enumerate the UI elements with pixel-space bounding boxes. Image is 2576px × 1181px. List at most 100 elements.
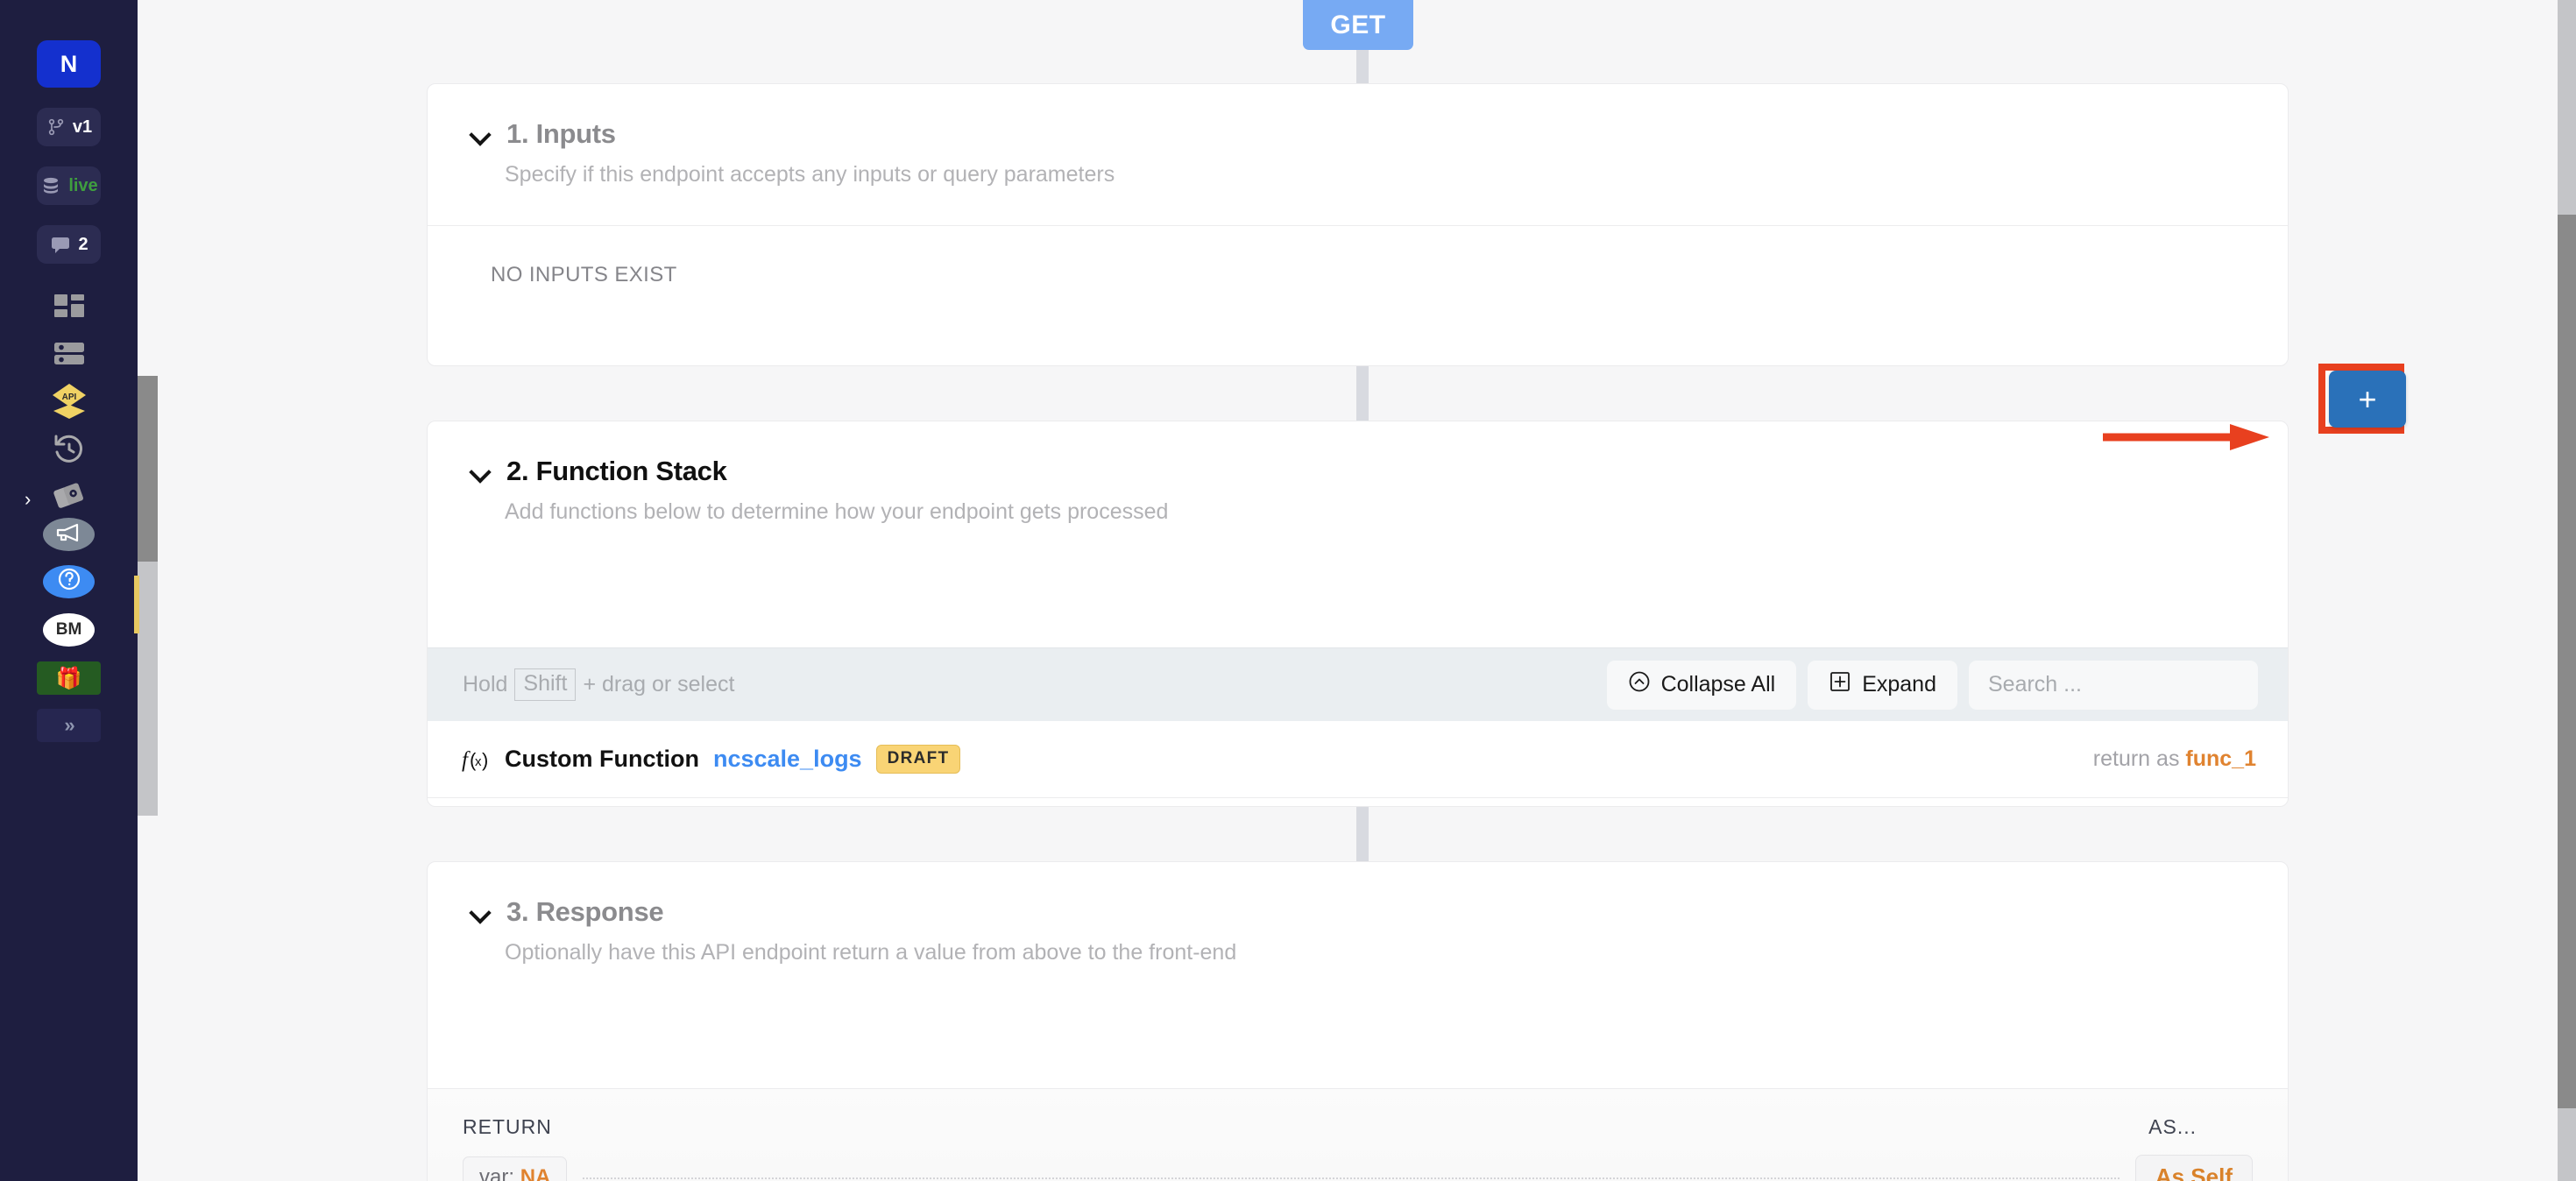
branch-icon (46, 117, 67, 138)
function-stack-card: 2. Function Stack Add functions below to… (427, 421, 2289, 807)
table-row[interactable]: 2 Query All Records From items return as (428, 798, 2288, 806)
response-title-row[interactable]: 3. Response (428, 896, 2288, 928)
function-stack-toolbar: Hold Shift + drag or select Collapse All (428, 647, 2288, 721)
page-scrollbar-track-lower[interactable] (2558, 1108, 2576, 1181)
collapse-all-label: Collapse All (1660, 672, 1776, 697)
datasource-selector[interactable]: live (37, 166, 101, 205)
settings-cards-icon (51, 482, 88, 517)
page-scrollbar-track-upper[interactable] (2558, 0, 2576, 215)
connector-dotted-line (583, 1177, 2120, 1179)
page-scrollbar-thumb[interactable] (2558, 215, 2576, 1108)
comment-icon (49, 235, 72, 254)
workspace-logo-label: N (60, 50, 78, 77)
sidebar-scrollbar-track[interactable] (138, 562, 158, 816)
database-table-icon (53, 341, 86, 371)
search-placeholder: Search ... (1988, 672, 2082, 697)
gift-icon: 🎁 (55, 666, 82, 690)
shift-key-badge: Shift (514, 668, 577, 701)
as-self-label: As Self (2155, 1163, 2233, 1181)
response-column-labels: RETURN AS... (428, 1089, 2288, 1139)
svg-text:API: API (61, 392, 76, 402)
function-stack-title: 2. Function Stack (506, 456, 727, 486)
inputs-title: 1. Inputs (506, 118, 616, 149)
avatar-initials: BM (55, 620, 82, 639)
add-function-button[interactable]: + (2329, 371, 2406, 428)
flow-connector-stack-to-response (1356, 807, 1369, 861)
sidebar-item-dashboard[interactable] (37, 288, 101, 332)
function-rows: 1 f ( x ) Custom Function ncscale_logs (428, 721, 2288, 806)
annotation-arrow (2103, 424, 2269, 450)
function-name: Custom Function (505, 746, 699, 772)
comments-count: 2 (78, 234, 88, 254)
sidebar-active-marker (134, 576, 139, 633)
plus-icon: + (2358, 380, 2377, 417)
status-badge: DRAFT (875, 745, 961, 774)
row-content: f ( x ) Custom Function ncscale_logs DRA… (428, 745, 961, 774)
return-prefix: return as (2092, 746, 2180, 771)
workspace-logo-button[interactable]: N (37, 40, 101, 88)
response-section-card: 3. Response Optionally have this API end… (427, 861, 2289, 1181)
collapse-all-button[interactable]: Collapse All (1606, 660, 1797, 710)
left-sidebar: N v1 live 2 API › BM 🎁 » (0, 0, 138, 1181)
inputs-empty-state: NO INPUTS EXIST (491, 263, 677, 286)
http-method-badge[interactable]: GET (1303, 0, 1413, 50)
inputs-subtitle: Specify if this endpoint accepts any inp… (505, 162, 1115, 187)
sidebar-item-database[interactable] (37, 334, 101, 378)
chevron-right-icon[interactable]: › (25, 490, 31, 509)
function-stack-title-row[interactable]: 2. Function Stack (428, 456, 2288, 487)
endpoint-editor: GET 1. Inputs Specify if this endpoint a… (158, 0, 2523, 1181)
sidebar-scrollbar-thumb[interactable] (138, 376, 158, 562)
double-chevron-right-icon: » (64, 714, 74, 736)
response-title: 3. Response (506, 896, 664, 927)
history-clock-icon (53, 433, 86, 469)
drag-select-hint: Hold Shift + drag or select (463, 668, 734, 701)
return-variable: func_1 (2185, 746, 2256, 771)
table-row[interactable]: 1 f ( x ) Custom Function ncscale_logs (428, 721, 2288, 798)
function-fx-icon: f ( x ) (461, 746, 491, 773)
chevron-down-icon[interactable] (470, 902, 491, 923)
avatar[interactable]: BM (43, 613, 95, 647)
api-diamond-icon: API (48, 382, 90, 425)
inputs-title-row[interactable]: 1. Inputs (428, 118, 2288, 150)
toolbar-actions: Collapse All Expand Search ... (1606, 660, 2258, 710)
sidebar-item-api[interactable]: API (37, 381, 101, 425)
function-stack-subtitle: Add functions below to determine how you… (505, 499, 1169, 524)
app-root: N v1 live 2 API › BM 🎁 » GET 1. Inputs S… (0, 0, 2576, 1181)
database-icon (39, 175, 62, 196)
announcements-button[interactable] (43, 518, 95, 551)
function-argument[interactable]: ncscale_logs (713, 746, 862, 773)
var-prefix: var: (479, 1164, 515, 1181)
chevron-down-icon[interactable] (470, 124, 491, 145)
comments-button[interactable]: 2 (37, 225, 101, 264)
sidebar-item-settings[interactable]: › (0, 477, 138, 521)
sidebar-item-history[interactable] (37, 428, 101, 472)
as-self-button[interactable]: As Self (2134, 1155, 2253, 1181)
search-input[interactable]: Search ... (1969, 660, 2258, 710)
var-value: NA (520, 1164, 551, 1181)
expand-label: Expand (1862, 672, 1936, 697)
response-controls: var: NA As Self (428, 1155, 2288, 1181)
branch-selector[interactable]: v1 (37, 108, 101, 146)
return-column-label: RETURN (463, 1115, 552, 1138)
expand-plus-box-icon (1829, 670, 1851, 699)
collapse-circle-up-icon (1628, 670, 1651, 699)
flow-connector-inputs-to-stack (1356, 366, 1369, 421)
response-subtitle: Optionally have this API endpoint return… (505, 940, 1237, 965)
as-column-label: AS... (2148, 1115, 2197, 1138)
sidebar-collapse-toggle[interactable]: » (37, 709, 101, 742)
chevron-down-icon[interactable] (470, 461, 491, 482)
rewards-button[interactable]: 🎁 (37, 661, 101, 695)
response-variable-chip[interactable]: var: NA (463, 1156, 568, 1181)
help-button[interactable] (43, 565, 95, 598)
inputs-section-header: 1. Inputs Specify if this endpoint accep… (428, 84, 2288, 187)
datasource-label: live (68, 175, 98, 195)
expand-button[interactable]: Expand (1808, 660, 1957, 710)
svg-text:x: x (475, 754, 482, 769)
question-mark-icon (56, 566, 82, 598)
svg-text:): ) (482, 749, 488, 771)
inputs-section-card: 1. Inputs Specify if this endpoint accep… (427, 83, 2289, 366)
hint-suffix: + drag or select (583, 672, 735, 697)
hint-prefix: Hold (463, 672, 508, 697)
dashboard-icon (53, 293, 86, 329)
row-return-label: return as func_1 (2093, 746, 2256, 772)
